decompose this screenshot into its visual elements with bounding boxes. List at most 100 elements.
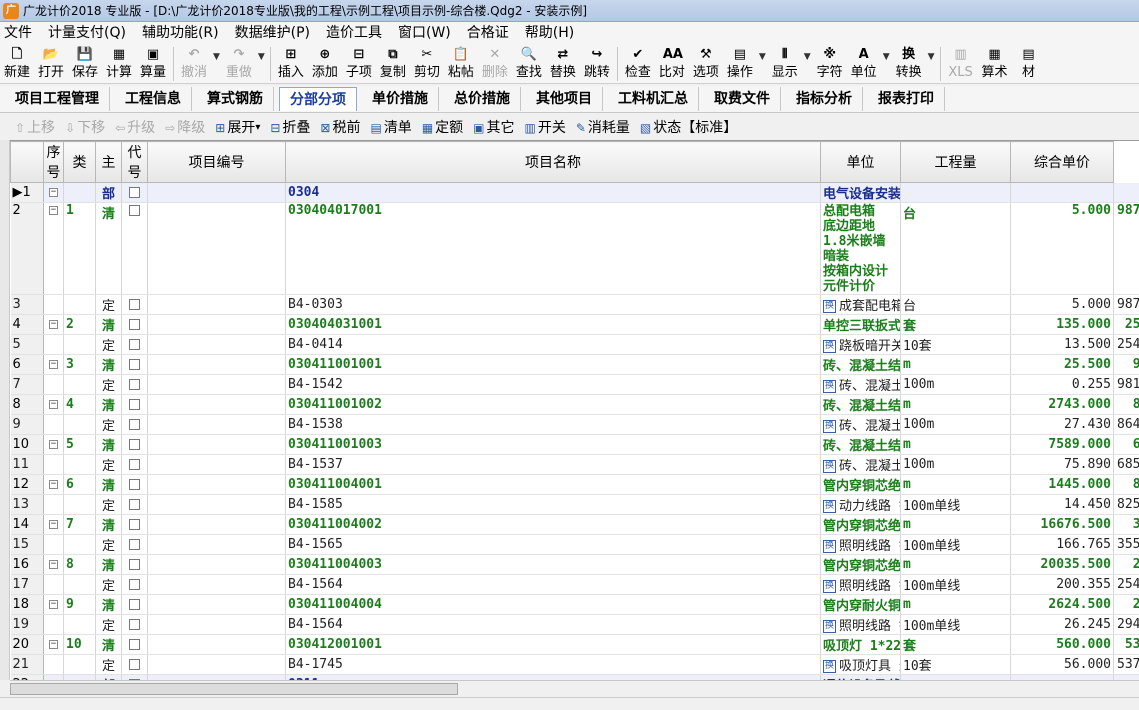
- main-material-checkbox[interactable]: [129, 187, 140, 198]
- item-name-cell[interactable]: 管内穿铜芯绝缘导线 BV-450/750V-4mm²: [820, 514, 901, 535]
- main-checkbox-cell[interactable]: [121, 554, 148, 575]
- menu-item-5[interactable]: 窗口(W): [390, 22, 459, 44]
- main-checkbox-cell[interactable]: [121, 474, 148, 495]
- unit-price-cell[interactable]: 685.28: [1113, 454, 1139, 475]
- main-checkbox-cell[interactable]: [121, 434, 148, 455]
- replace-quota-icon[interactable]: 换: [823, 460, 836, 473]
- code-alias-cell[interactable]: [147, 202, 286, 295]
- main-checkbox-cell[interactable]: [121, 414, 148, 435]
- item-name-cell[interactable]: 砖、混凝土结构暗配 PVC刚性阻燃管PC50: [820, 354, 901, 375]
- menu-item-2[interactable]: 辅助功能(R): [134, 22, 227, 44]
- item-code-cell[interactable]: 030411004001: [285, 474, 821, 495]
- menu-item-4[interactable]: 造价工具: [318, 22, 390, 44]
- row-number[interactable]: 12: [10, 474, 44, 495]
- quantity-cell[interactable]: 13.500: [1010, 334, 1114, 355]
- menu-item-3[interactable]: 数据维护(P): [227, 22, 318, 44]
- collapse-toggle-icon[interactable]: −: [49, 360, 58, 369]
- table-row[interactable]: 20−10清 030412001001吸顶灯 1*22W(含接线盒)套560.00…: [10, 634, 1139, 655]
- unit-price-cell[interactable]: 987.26: [1113, 202, 1139, 295]
- expand-cell[interactable]: [43, 454, 64, 475]
- unit-cell[interactable]: m: [900, 514, 1011, 535]
- toolbar-character-button[interactable]: ※ 字符: [813, 44, 847, 83]
- code-alias-cell[interactable]: [147, 394, 286, 415]
- subtoolbar-button-12[interactable]: ▧ 状态【标准】: [635, 117, 742, 139]
- category-cell[interactable]: 清: [95, 514, 122, 535]
- seq-cell[interactable]: 1: [63, 202, 96, 295]
- table-row[interactable]: 18−9清 030411004004管内穿耐火铜芯绝缘导线 NH-BV-450/7…: [10, 594, 1139, 615]
- left-splitter[interactable]: [0, 140, 10, 680]
- tab-6[interactable]: 其他项目: [526, 87, 603, 111]
- subtoolbar-button-8[interactable]: ▦ 定额: [417, 117, 468, 139]
- item-code-cell[interactable]: B4-1537: [285, 454, 821, 475]
- code-alias-cell[interactable]: [147, 514, 286, 535]
- main-material-checkbox[interactable]: [129, 499, 140, 510]
- item-code-cell[interactable]: 030404031001: [285, 314, 821, 335]
- main-checkbox-cell[interactable]: [121, 614, 148, 635]
- subtoolbar-button-4[interactable]: ⊞ 展开 ▾: [210, 117, 265, 139]
- unit-cell[interactable]: 套: [900, 314, 1011, 335]
- code-alias-cell[interactable]: [147, 454, 286, 475]
- subtoolbar-button-11[interactable]: ✎ 消耗量: [571, 117, 635, 139]
- toolbar-add-button[interactable]: ⊕ 添加: [308, 44, 342, 83]
- replace-quota-icon[interactable]: 换: [823, 500, 836, 513]
- quantity-cell[interactable]: 166.765: [1010, 534, 1114, 555]
- collapse-toggle-icon[interactable]: −: [49, 520, 58, 529]
- unit-price-cell[interactable]: 294.04: [1113, 614, 1139, 635]
- table-row[interactable]: 9 定 B4-1538换砖、混凝土结构楼板墙暗配 刚性阻燃管公称口径(20mm以内)…: [10, 414, 1139, 435]
- tab-3[interactable]: 分部分项: [279, 87, 357, 111]
- dropdown-arrow-icon[interactable]: ▼: [926, 52, 937, 62]
- toolbar-material-button[interactable]: ▤ 材: [1012, 44, 1046, 83]
- expand-cell[interactable]: −: [43, 514, 64, 535]
- expand-cell[interactable]: −: [43, 182, 64, 203]
- table-row[interactable]: 16−8清 030411004003管内穿铜芯绝缘导线 BV-450/750V-2…: [10, 554, 1139, 575]
- unit-cell[interactable]: 100m: [900, 374, 1011, 395]
- seq-cell[interactable]: [63, 534, 96, 555]
- item-name-cell[interactable]: 砖、混凝土结构暗配 PVC刚性阻燃管PC16: [820, 434, 901, 455]
- main-material-checkbox[interactable]: [129, 439, 140, 450]
- expand-cell[interactable]: −: [43, 202, 64, 295]
- replace-quota-icon[interactable]: 换: [823, 340, 836, 353]
- main-checkbox-cell[interactable]: [121, 354, 148, 375]
- main-material-checkbox[interactable]: [129, 359, 140, 370]
- item-code-cell[interactable]: 030411004002: [285, 514, 821, 535]
- seq-cell[interactable]: [63, 654, 96, 675]
- table-row[interactable]: 2−1 清 030404017001 总配电箱 底边距地1.8米嵌墙暗装 按箱内设计元…: [10, 202, 1139, 295]
- unit-price-cell[interactable]: [1113, 182, 1139, 203]
- table-row[interactable]: 17 定 B4-1564换照明线路 铜芯导线截面(2.5mm²以内)100m单线20…: [10, 574, 1139, 595]
- unit-price-cell[interactable]: 825.61: [1113, 494, 1139, 515]
- item-code-cell[interactable]: 0304: [285, 182, 821, 203]
- unit-price-cell[interactable]: 9.81: [1113, 354, 1139, 375]
- seq-cell[interactable]: [63, 454, 96, 475]
- item-name-cell[interactable]: 换吸顶灯具 灯罩周长2000mm以内: [820, 654, 901, 675]
- row-number[interactable]: 2: [10, 202, 44, 295]
- row-number[interactable]: 8: [10, 394, 44, 415]
- quantity-cell[interactable]: 560.000: [1010, 634, 1114, 655]
- row-number[interactable]: 10: [10, 434, 44, 455]
- unit-price-cell[interactable]: 981.91: [1113, 374, 1139, 395]
- code-alias-cell[interactable]: [147, 614, 286, 635]
- quantity-cell[interactable]: 200.355: [1010, 574, 1114, 595]
- code-alias-cell[interactable]: [147, 654, 286, 675]
- tab-0[interactable]: 项目工程管理: [5, 87, 110, 111]
- unit-cell[interactable]: 套: [900, 634, 1011, 655]
- expand-cell[interactable]: [43, 334, 64, 355]
- toolbar-jump-button[interactable]: ↪ 跳转: [580, 44, 614, 83]
- seq-cell[interactable]: [63, 614, 96, 635]
- category-cell[interactable]: 清: [95, 434, 122, 455]
- unit-cell[interactable]: m: [900, 434, 1011, 455]
- expand-cell[interactable]: [43, 494, 64, 515]
- category-cell[interactable]: 部: [95, 182, 122, 203]
- tab-7[interactable]: 工料机汇总: [608, 87, 699, 111]
- collapse-toggle-icon[interactable]: −: [49, 188, 58, 197]
- seq-cell[interactable]: 7: [63, 514, 96, 535]
- item-name-cell[interactable]: 换照明线路 铜芯导线截面(2.5mm²以内): [820, 574, 901, 595]
- item-name-cell[interactable]: 管内穿铜芯绝缘导线 BV-450/750V-2.5mm²: [820, 554, 901, 575]
- expand-cell[interactable]: [43, 574, 64, 595]
- toolbar-replace-button[interactable]: ⇄ 替换: [546, 44, 580, 83]
- row-number[interactable]: 20: [10, 634, 44, 655]
- toolbar-compare-button[interactable]: AA 比对: [655, 44, 689, 83]
- menu-item-7[interactable]: 帮助(H): [517, 22, 582, 44]
- item-code-cell[interactable]: B4-1745: [285, 654, 821, 675]
- seq-cell[interactable]: 9: [63, 594, 96, 615]
- unit-price-cell[interactable]: 864.19: [1113, 414, 1139, 435]
